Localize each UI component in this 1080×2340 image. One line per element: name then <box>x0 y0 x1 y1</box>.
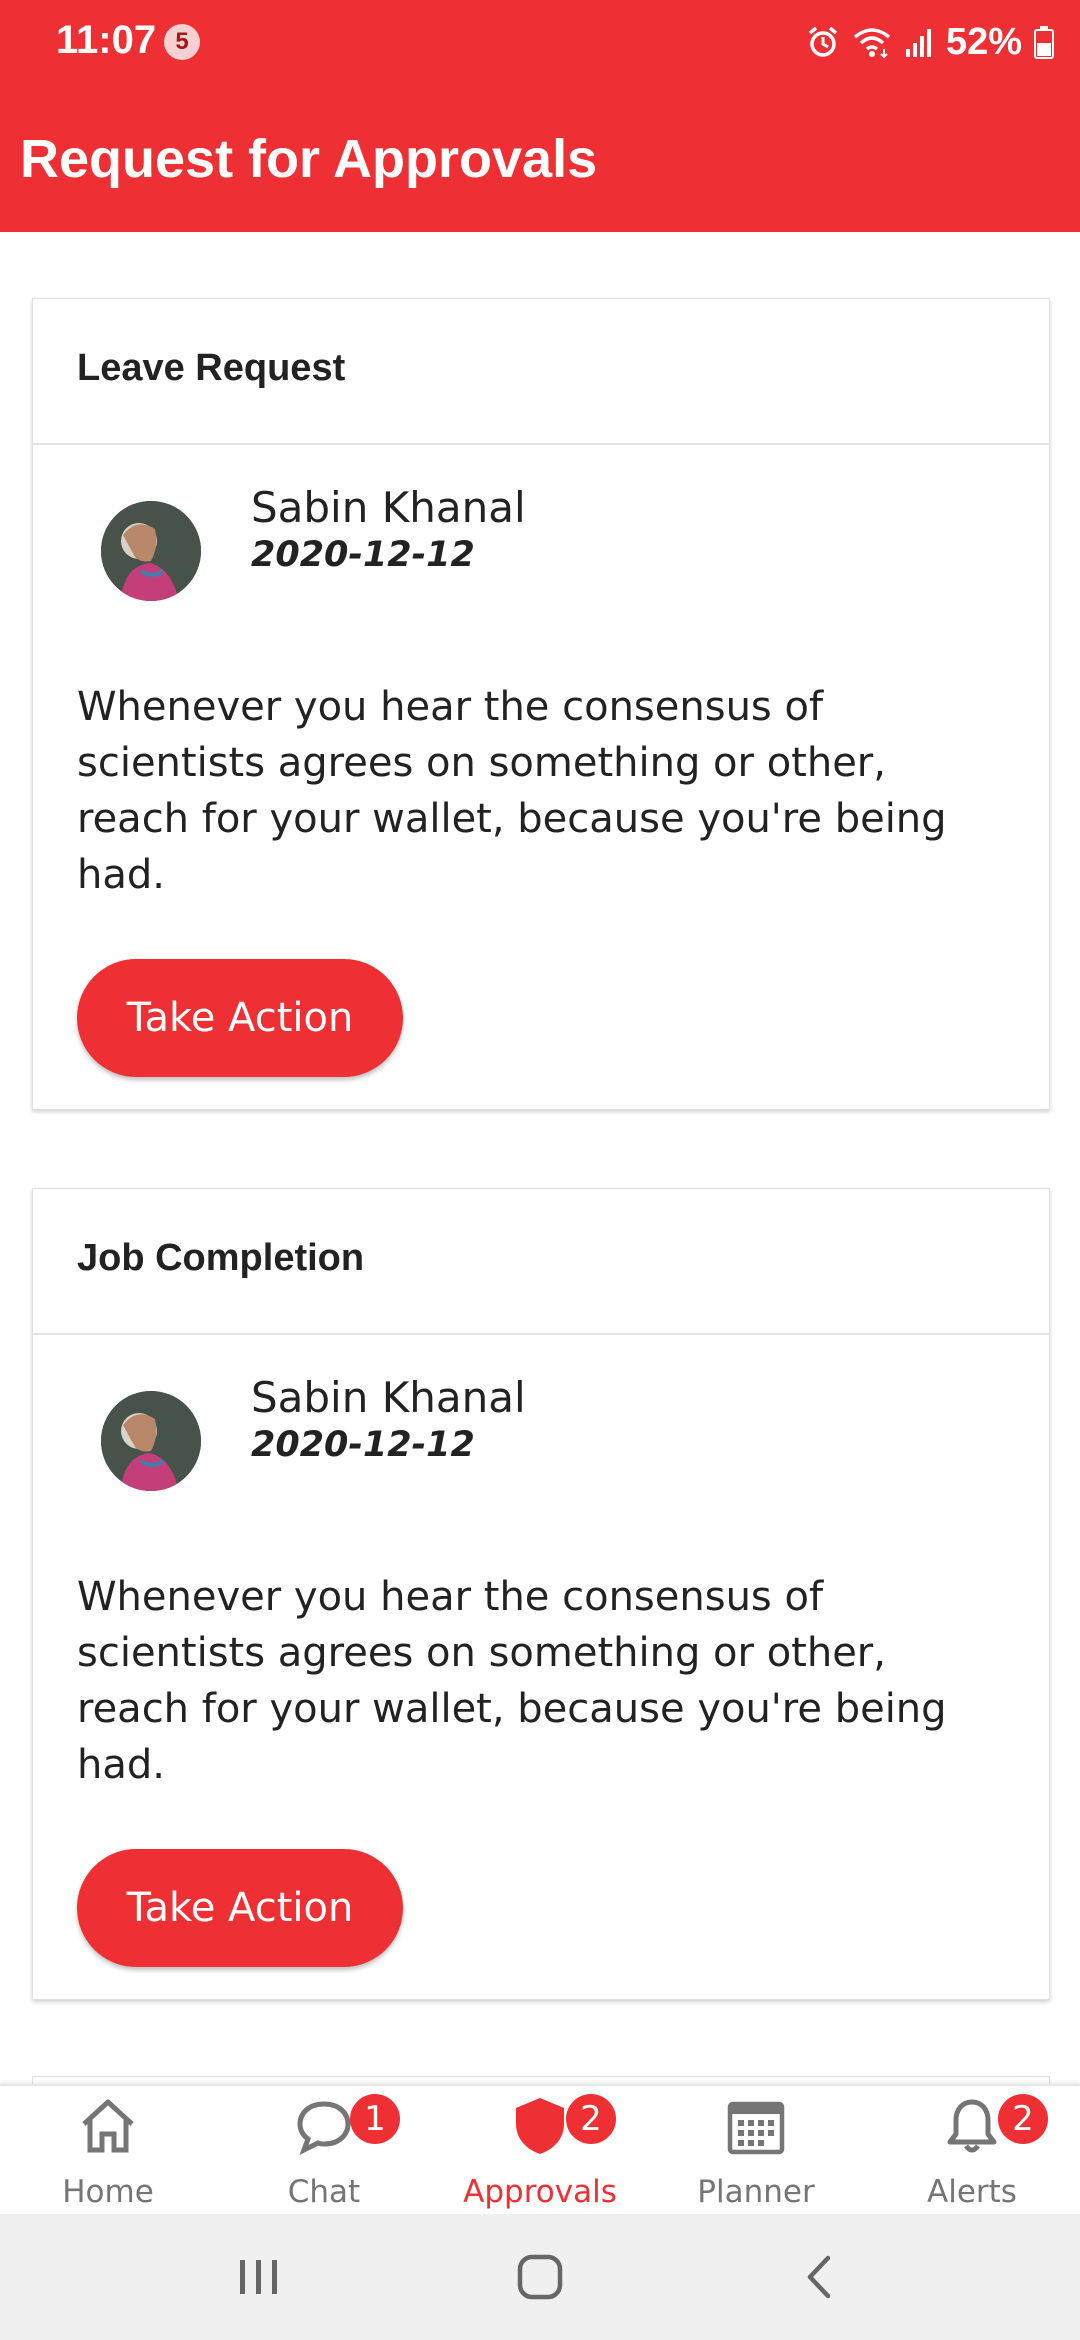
alerts-badge: 2 <box>998 2094 1048 2144</box>
app-header: 11:07 5 52% Request for Approvals <box>0 0 1080 232</box>
card-title: Leave Request <box>77 347 346 389</box>
nav-item-alerts[interactable]: 2 Alerts <box>872 2086 1072 2216</box>
approvals-badge: 2 <box>566 2094 616 2144</box>
request-message: Whenever you hear the consensus of scien… <box>77 684 947 898</box>
bottom-nav: Home 1 Chat 2 Approvals Planner 2 Alerts <box>0 2084 1080 2216</box>
request-date: 2020-12-12 <box>251 1425 475 1465</box>
chat-badge: 1 <box>350 2094 400 2144</box>
chat-icon <box>292 2094 356 2158</box>
author-name: Sabin Khanal <box>251 1373 526 1422</box>
take-action-button[interactable]: Take Action <box>77 1849 403 1967</box>
approval-card: Job Completion Sabin Khanal 2020-12-12 W… <box>32 1188 1050 2000</box>
nav-item-chat[interactable]: 1 Chat <box>224 2086 424 2216</box>
wifi-icon <box>852 25 892 59</box>
card-title: Job Completion <box>77 1237 365 1279</box>
nav-label: Planner <box>697 2174 815 2210</box>
nav-label: Alerts <box>927 2174 1017 2210</box>
approval-card: Leave Request Sabin Khanal 2020-12-12 Wh… <box>32 298 1050 1110</box>
status-time: 11:07 <box>56 18 157 62</box>
nav-item-home[interactable]: Home <box>8 2086 208 2216</box>
card-header: Job Completion <box>33 1189 1049 1335</box>
author-name: Sabin Khanal <box>251 483 526 532</box>
system-nav-bar <box>0 2214 1080 2340</box>
nav-label: Approvals <box>463 2174 617 2210</box>
calendar-icon <box>724 2094 788 2158</box>
signal-icon <box>904 25 934 59</box>
request-message: Whenever you hear the consensus of scien… <box>77 1574 947 1788</box>
status-icons: 52% <box>806 14 1054 70</box>
avatar[interactable] <box>101 1391 201 1491</box>
take-action-button[interactable]: Take Action <box>77 959 403 1077</box>
nav-label: Chat <box>287 2174 361 2210</box>
card-header: Leave Request <box>33 299 1049 445</box>
request-date: 2020-12-12 <box>251 535 475 575</box>
nav-label: Home <box>62 2174 154 2210</box>
shield-icon <box>508 2094 572 2158</box>
notification-count-badge: 5 <box>164 24 200 60</box>
back-icon[interactable] <box>800 2252 840 2307</box>
alarm-icon <box>806 25 840 59</box>
avatar[interactable] <box>101 501 201 601</box>
page-title: Request for Approvals <box>20 129 598 189</box>
battery-icon <box>1034 25 1054 59</box>
home-circle-icon[interactable] <box>516 2252 564 2307</box>
nav-item-planner[interactable]: Planner <box>656 2086 856 2216</box>
bell-icon <box>940 2094 1004 2158</box>
battery-percent: 52% <box>945 20 1022 63</box>
nav-item-approvals[interactable]: 2 Approvals <box>440 2086 640 2216</box>
recent-apps-icon[interactable] <box>236 2252 282 2307</box>
home-icon <box>76 2094 140 2158</box>
